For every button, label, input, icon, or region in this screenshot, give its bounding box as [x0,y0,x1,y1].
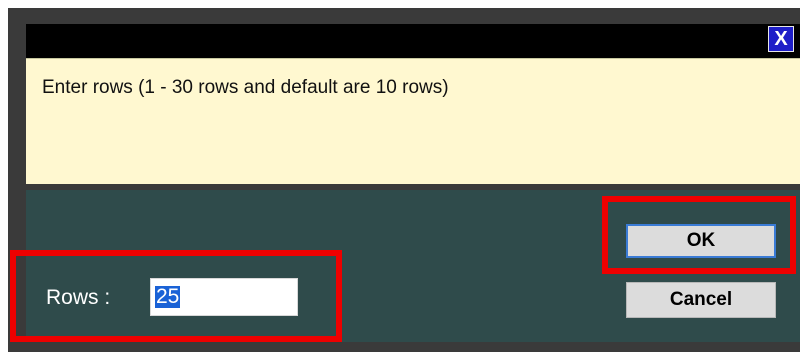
cancel-button[interactable]: Cancel [626,282,776,318]
close-button[interactable]: X [768,26,794,52]
rows-highlight-box [10,250,342,342]
title-bar: X [26,24,800,58]
ok-highlight-box [602,196,796,274]
prompt-message: Enter rows (1 - 30 rows and default are … [42,77,449,98]
message-area: Enter rows (1 - 30 rows and default are … [26,58,800,184]
